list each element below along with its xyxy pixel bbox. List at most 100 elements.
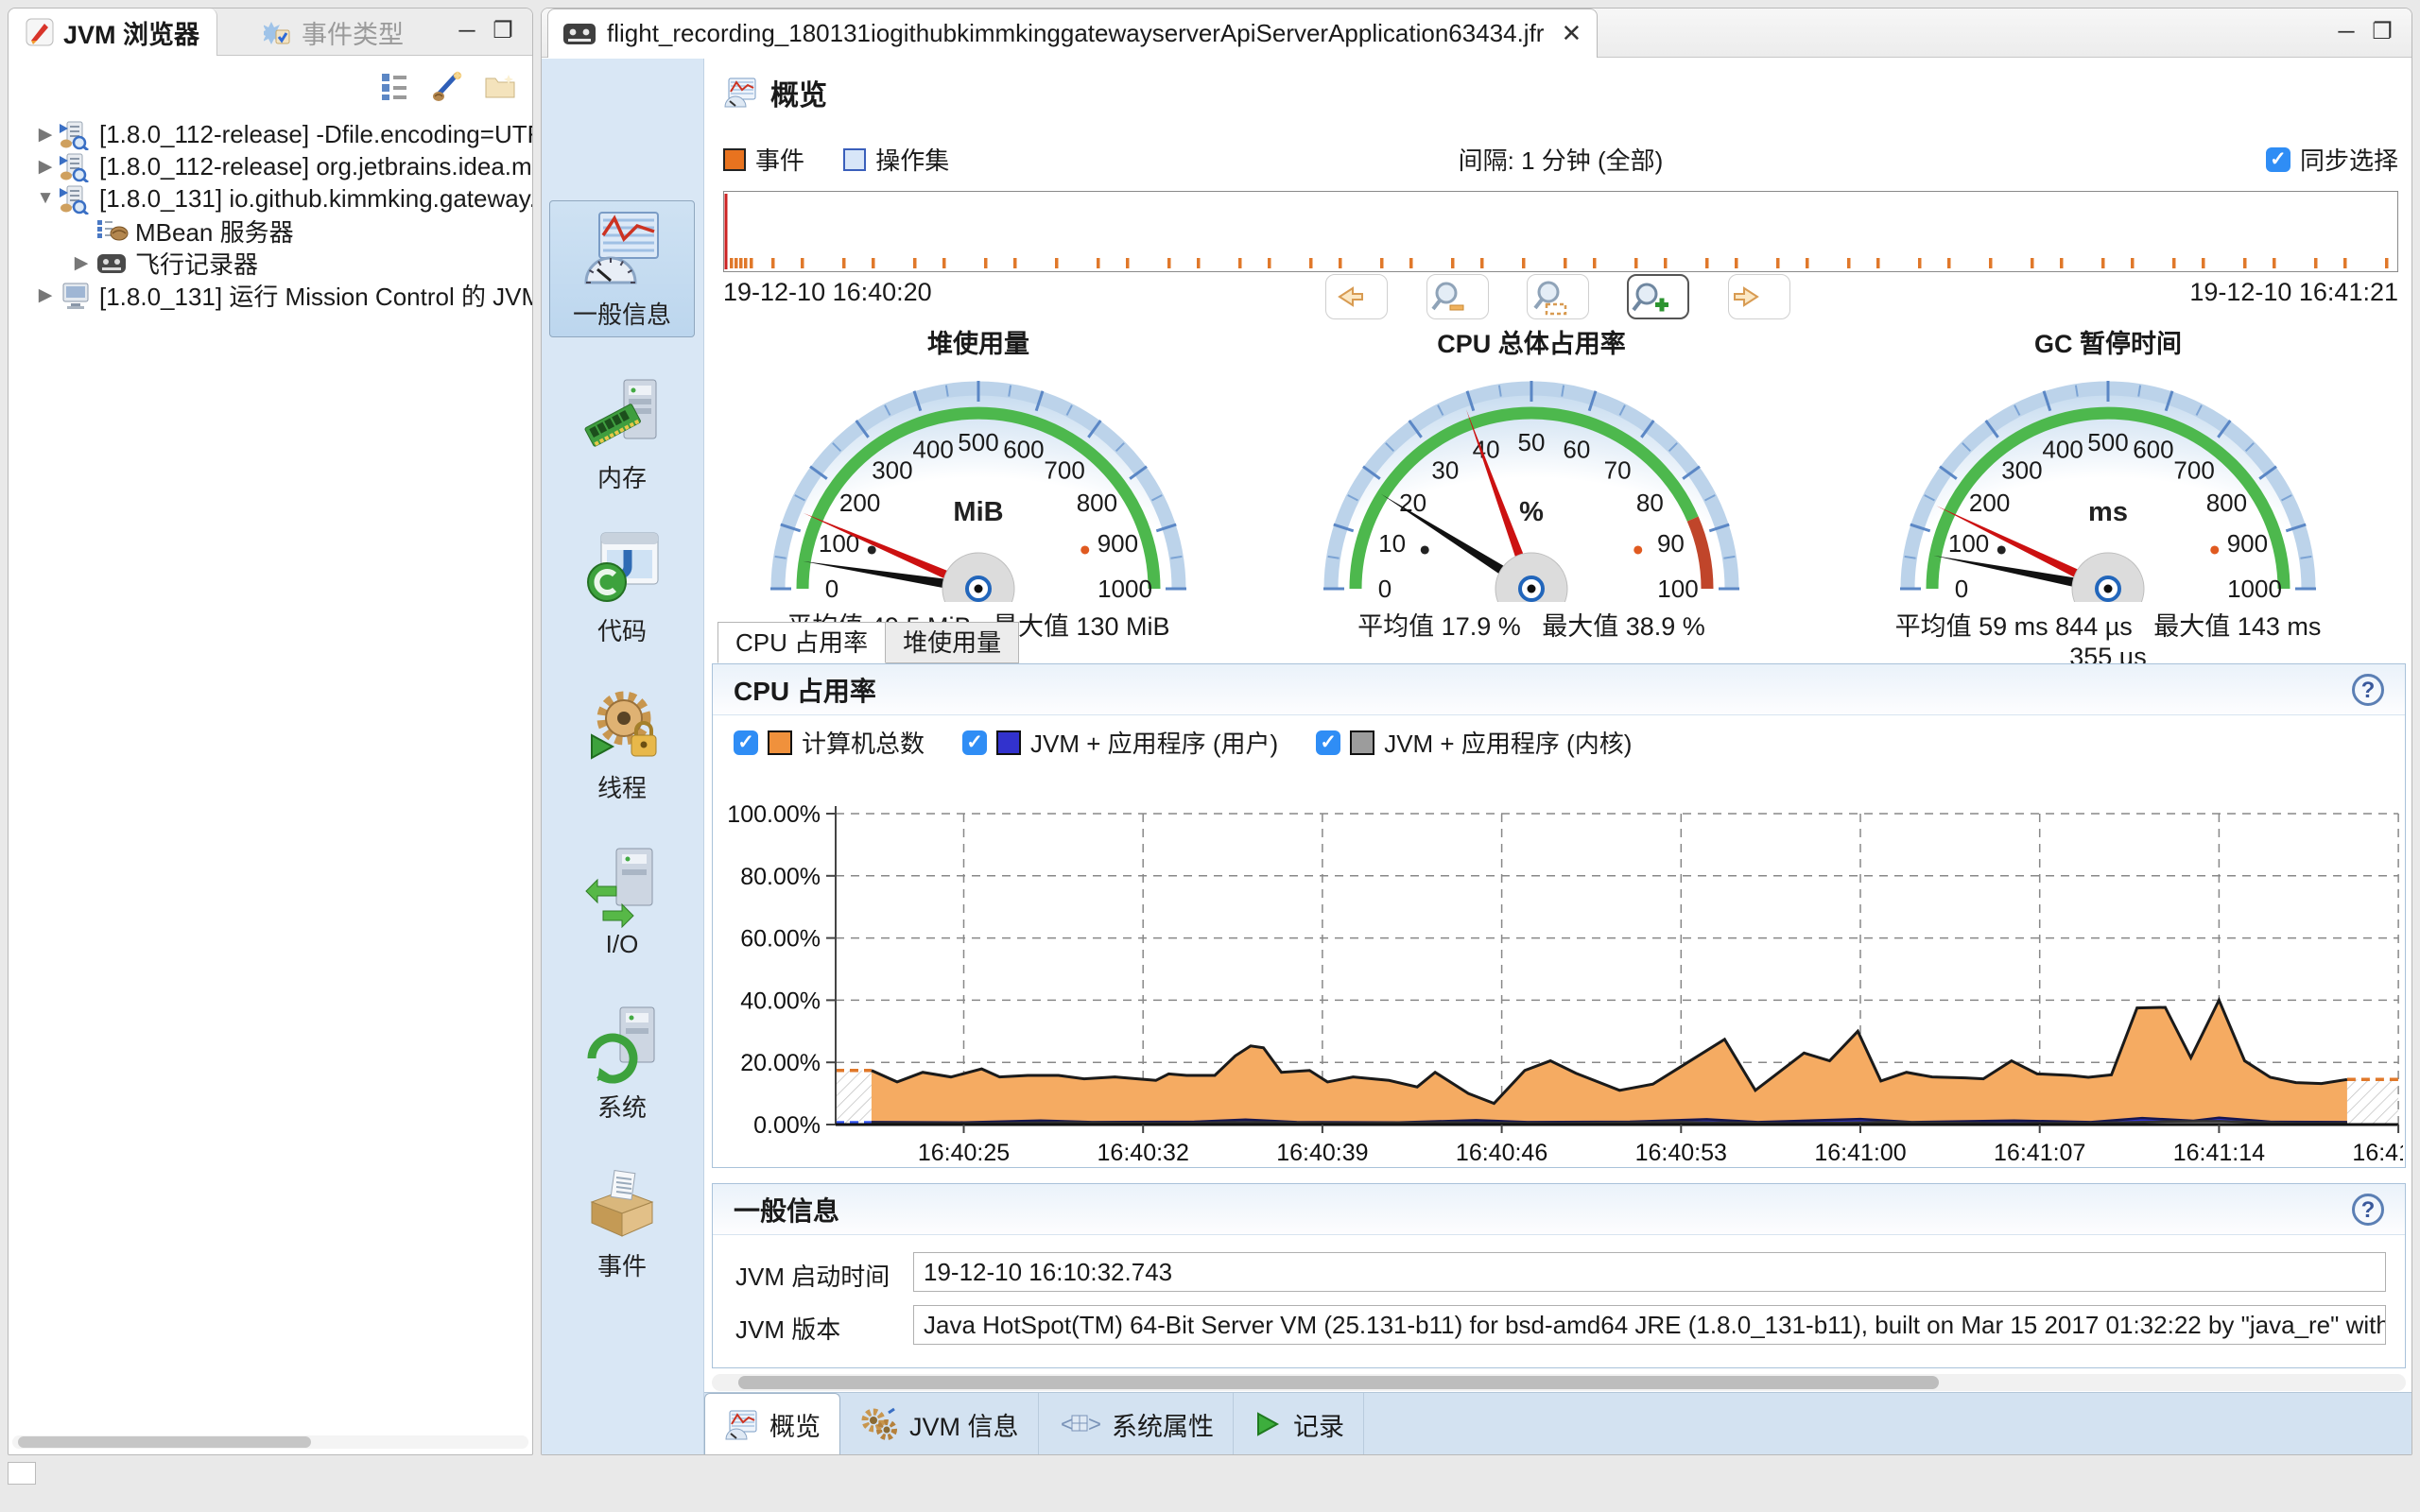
checkbox-checked-icon: ✓ [962,730,987,755]
sidebar-page-item[interactable]: 系统 [549,1000,695,1124]
tree-item-label: 飞行记录器 [135,247,258,279]
page-tab[interactable]: 记录 [1235,1393,1364,1455]
new-folder-icon[interactable] [481,67,519,105]
svg-text:16:41:21: 16:41:21 [2352,1140,2403,1166]
page-tab-icon [1253,1410,1282,1438]
fast-view-bar [8,1462,36,1485]
page-tab[interactable]: 概览 [704,1393,840,1455]
svg-text:ms: ms [2088,497,2128,527]
svg-text:200: 200 [839,489,880,517]
editor-page-tabs: 概览 JVM 信息 <> 系统属性 记录 [704,1392,2411,1454]
svg-text:500: 500 [2087,428,2128,456]
help-icon[interactable]: ? [2352,1194,2384,1226]
layout-tree-icon[interactable] [375,67,413,105]
sidebar-page-label: 代码 [597,617,647,645]
tree-expander[interactable]: ▶ [33,284,58,306]
minimize-view-button[interactable]: ─ [453,20,481,44]
recording-timeline[interactable] [723,191,2398,272]
content-horizontal-scrollbar[interactable] [712,1374,2406,1391]
page-tab-label: 系统属性 [1112,1406,1214,1443]
tree-item-label: [1.8.0_112-release] -Dfile.encoding=UTF-… [99,120,532,149]
sidebar-page-label: 一般信息 [573,301,671,329]
heap-gauge-title: 堆使用量 [742,323,1215,360]
tree-row[interactable]: ▼ [1.8.0_131] io.github.kimmking.gateway… [9,182,532,215]
cpu-gauge-dial: 0102030405060708090100% [1295,366,1768,602]
legend-swatch [996,730,1021,755]
tree-row[interactable]: ▶ 飞行记录器 [9,247,532,279]
timeline-event-ticks [724,192,2399,271]
pan-right-button[interactable] [1728,274,1790,319]
tab-cpu-usage[interactable]: CPU 占用率 [717,622,886,663]
legend-item[interactable]: ✓ 计算机总数 [734,725,925,760]
tree-row[interactable]: MBean 服务器 [9,215,532,247]
sidebar-page-item[interactable]: 线程 [549,680,695,804]
svg-text:1000: 1000 [1098,575,1152,602]
pan-left-button[interactable] [1325,274,1388,319]
tree-item-label: [1.8.0_131] 运行 Mission Control 的 JVM [99,279,532,311]
recording-file-icon [563,24,596,44]
checkbox-checked-icon: ✓ [2266,147,2290,172]
zoom-in-button[interactable] [1627,274,1689,319]
maximize-view-button[interactable]: ❐ [489,20,517,44]
tree-expander[interactable]: ▶ [33,124,58,146]
left-horizontal-scrollbar[interactable] [12,1435,528,1449]
chart-legend: ✓ 计算机总数 ✓ JVM + 应用程序 (用户) ✓ JVM + 应用程序 (… [734,725,1632,760]
tree-expander[interactable]: ▼ [33,188,58,209]
svg-text:100.00%: 100.00% [727,801,821,828]
page-tab[interactable]: <> 系统属性 [1040,1393,1234,1455]
new-connection-icon[interactable] [428,67,466,105]
svg-text:900: 900 [2227,529,2268,558]
jvm-tree: ▶ [1.8.0_112-release] -Dfile.encoding=UT… [9,118,532,311]
svg-text:100: 100 [1657,575,1698,602]
sidebar-page-item[interactable]: 事件 [549,1159,695,1282]
zoom-selection-button[interactable] [1527,274,1589,319]
tab-heap-usage[interactable]: 堆使用量 [886,622,1019,663]
sidebar-page-item[interactable]: I/O [549,841,695,959]
tab-jvm-browser-label: JVM 浏览器 [63,14,199,51]
chart-tabs: CPU 占用率堆使用量 [717,622,1019,663]
svg-text:600: 600 [1003,436,1044,464]
zoom-controls [704,274,2411,325]
tree-row[interactable]: ▶ [1.8.0_131] 运行 Mission Control 的 JVM [9,279,532,311]
svg-text:70: 70 [1604,456,1632,485]
close-icon[interactable]: ✕ [1561,19,1582,48]
tree-item-label: MBean 服务器 [135,215,294,247]
svg-text:16:40:32: 16:40:32 [1098,1140,1189,1166]
maximize-editor-button[interactable]: ❐ [2368,21,2396,45]
overview-page-icon [723,77,757,109]
cpu-gauge-summary: 平均值 17.9 % 最大值 38.9 % [1295,606,1768,643]
sidebar-page-label: 事件 [597,1252,647,1280]
minimize-editor-button[interactable]: ─ [2332,21,2360,45]
tree-item-icon [58,184,99,213]
svg-text:600: 600 [2133,436,2173,464]
editor-tab[interactable]: flight_recording_180131iogithubkimmkingg… [547,9,1598,58]
tree-row[interactable]: ▶ [1.8.0_112-release] org.jetbrains.idea… [9,150,532,182]
view-tabbar: JVM 浏览器 事件类型 ─ ❐ [9,9,532,56]
sidebar-page-item[interactable]: 一般信息 [549,200,695,337]
jvm-start-time-field[interactable]: 19-12-10 16:10:32.743 [913,1252,2386,1292]
general-info-title: 一般信息 [734,1191,839,1228]
page-tab[interactable]: JVM 信息 [841,1393,1039,1455]
sidebar-page-icon [579,370,666,457]
legend-label: JVM + 应用程序 (用户) [1030,725,1278,760]
tab-jvm-browser[interactable]: JVM 浏览器 [9,9,217,56]
tree-expander[interactable]: ▶ [69,252,94,274]
jvm-version-label: JVM 版本 [735,1311,840,1346]
svg-text:500: 500 [958,428,998,456]
tab-event-types[interactable]: 事件类型 [247,9,421,56]
legend-item[interactable]: ✓ JVM + 应用程序 (用户) [962,725,1278,760]
svg-text:16:40:25: 16:40:25 [918,1140,1010,1166]
tree-row[interactable]: ▶ [1.8.0_112-release] -Dfile.encoding=UT… [9,118,532,150]
sync-selection-checkbox[interactable]: ✓ 同步选择 [2266,142,2398,177]
svg-text:16:41:07: 16:41:07 [1994,1140,2085,1166]
help-icon[interactable]: ? [2352,674,2384,706]
legend-item[interactable]: ✓ JVM + 应用程序 (内核) [1316,725,1632,760]
jvm-version-field[interactable]: Java HotSpot(TM) 64-Bit Server VM (25.13… [913,1305,2386,1345]
zoom-out-button[interactable] [1426,274,1489,319]
svg-text:0: 0 [825,575,838,602]
tree-expander[interactable]: ▶ [33,156,58,178]
svg-text:800: 800 [2206,489,2247,517]
sidebar-page-item[interactable]: 内存 [549,370,695,494]
sidebar-page-label: 线程 [597,774,647,802]
sidebar-page-item[interactable]: 代码 [549,524,695,647]
